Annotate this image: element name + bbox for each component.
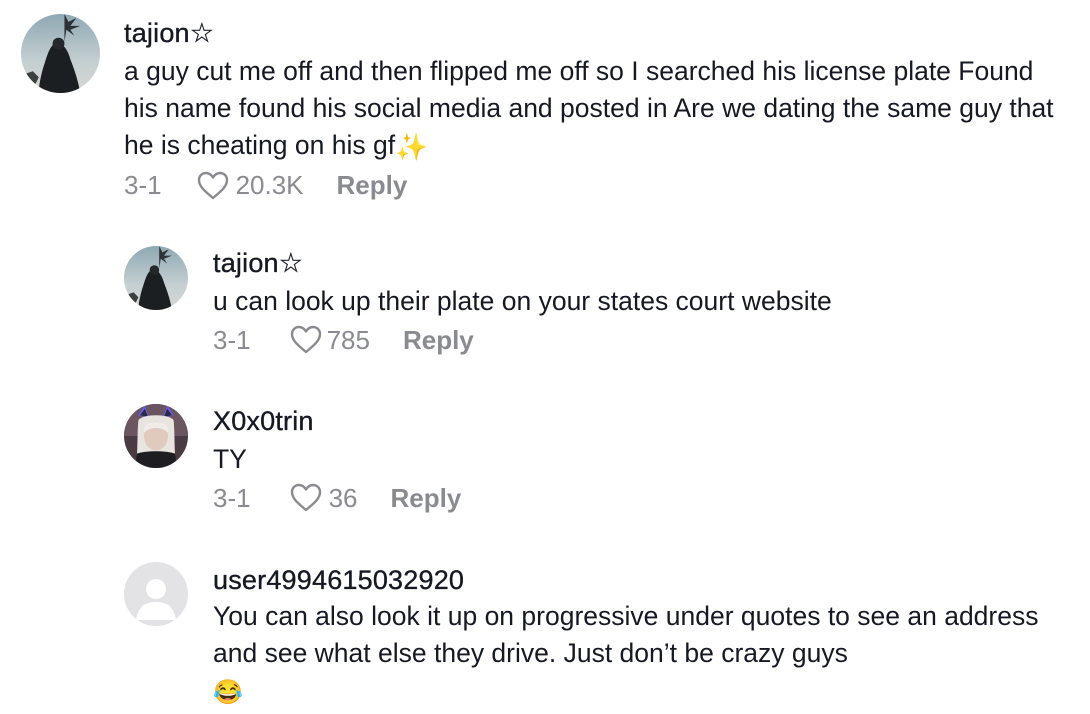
profile-photo (21, 14, 100, 93)
like-button[interactable]: 785 (289, 324, 370, 356)
star-badge-icon: ☆ (189, 18, 215, 48)
reply-button[interactable]: Reply (391, 483, 462, 514)
username[interactable]: user4994615032920 (213, 565, 1073, 596)
avatar[interactable] (124, 562, 188, 626)
like-count: 785 (326, 324, 370, 355)
like-count: 36 (328, 482, 358, 513)
reply-button[interactable]: Reply (403, 325, 474, 356)
comment-date: 3-1 (124, 170, 162, 200)
comment-text: You can also look it up on progressive u… (213, 598, 1073, 711)
comment-text: a guy cut me off and then flipped me off… (124, 53, 1074, 166)
face-with-tears-of-joy-emoji: 😂 (213, 678, 243, 706)
username[interactable]: tajion☆ (124, 18, 1074, 49)
reply-button[interactable]: Reply (337, 170, 408, 201)
username[interactable]: tajion☆ (213, 248, 1073, 279)
like-button[interactable]: 20.3K (196, 170, 304, 202)
comment-meta: 3-1 20.3K Reply (124, 170, 1074, 202)
comment-date: 3-1 (213, 482, 251, 513)
like-button[interactable]: 36 (289, 482, 358, 514)
profile-photo (124, 404, 188, 468)
heart-icon (290, 483, 321, 512)
avatar[interactable] (124, 246, 188, 310)
heart-icon (197, 171, 228, 199)
star-badge-icon: ☆ (278, 248, 304, 278)
comment-text: u can look up their plate on your states… (213, 286, 832, 316)
comment-meta: 3-1 36 Reply (213, 482, 1073, 514)
sparkles-emoji: ✨ (395, 131, 429, 162)
avatar[interactable] (124, 404, 188, 468)
heart-icon (290, 325, 321, 354)
comment-date: 3-1 (213, 324, 251, 355)
like-count: 20.3K (235, 170, 304, 200)
profile-photo (124, 246, 188, 310)
comment-meta: 3-1 785 Reply (213, 324, 1073, 356)
comment-text: TY (213, 444, 247, 474)
username[interactable]: X0x0trin (213, 406, 1073, 437)
default-avatar-icon (124, 562, 188, 626)
avatar[interactable] (21, 14, 100, 93)
